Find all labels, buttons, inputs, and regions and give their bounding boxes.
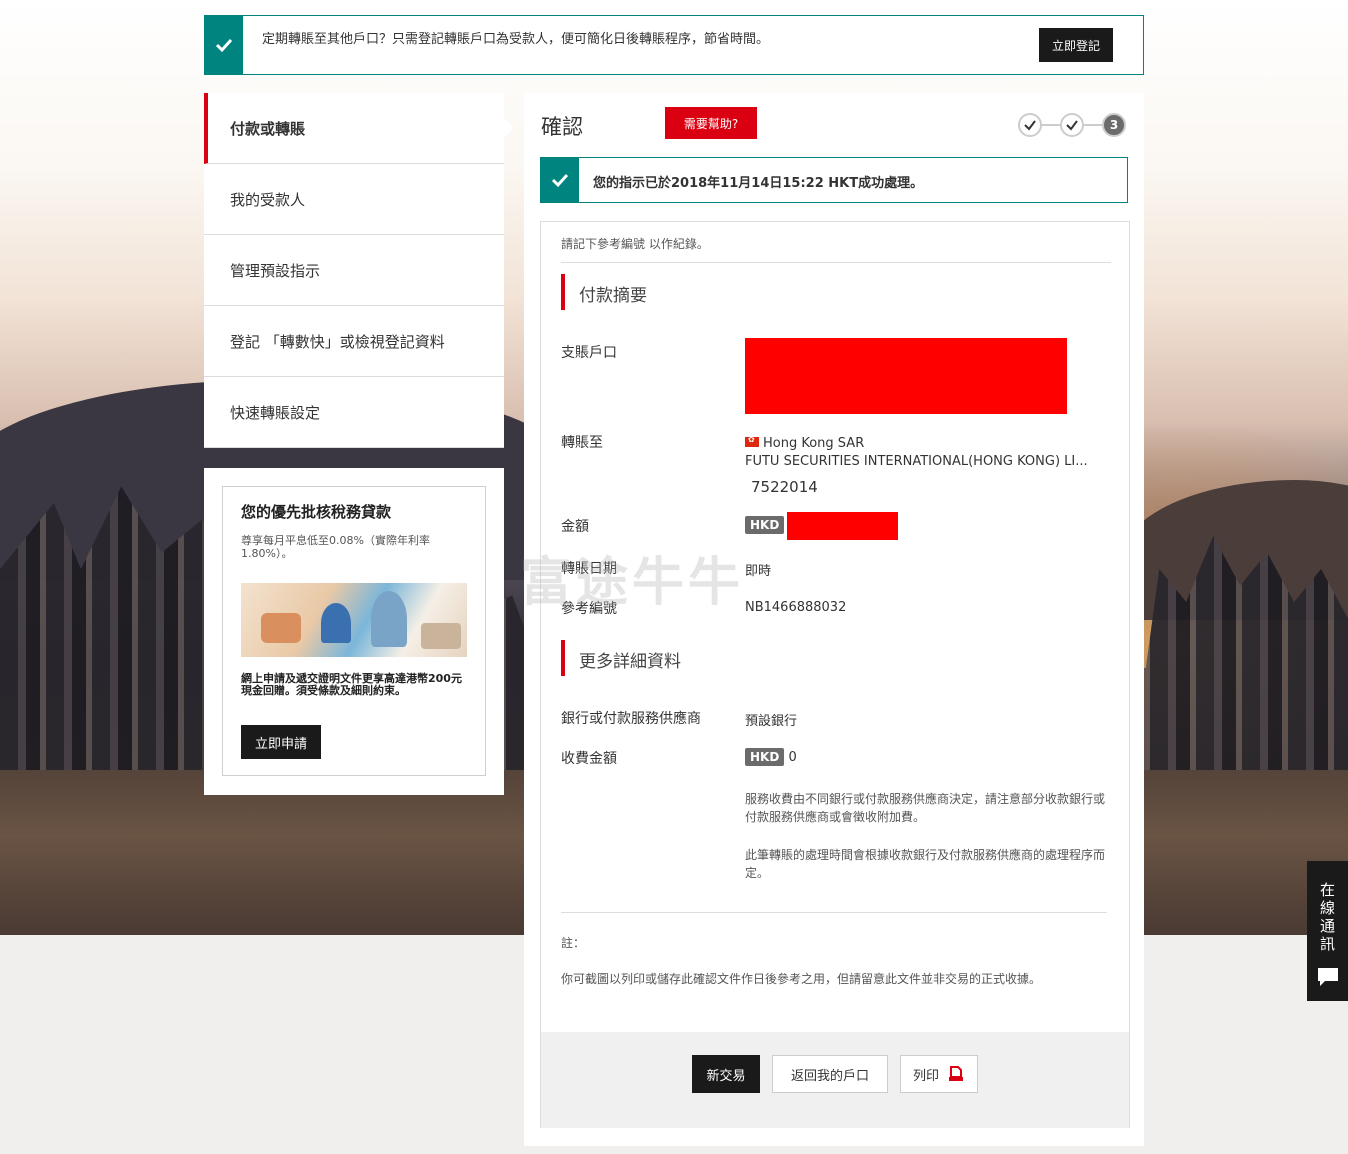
divider — [561, 262, 1111, 263]
reference-number-value: NB1466888032 — [745, 600, 847, 615]
sidebar-item-quick-transfer-settings[interactable]: 快速轉賬設定 — [204, 377, 504, 448]
provider-value: 預設銀行 — [745, 714, 798, 729]
notice-check-icon — [205, 16, 243, 74]
promo-subtitle: 尊享每月平息低至0.08%（實際年利率1.80%）。 — [241, 534, 430, 560]
apply-now-button[interactable]: 立即申請 — [241, 725, 321, 759]
transfer-to-account: 7522014 — [751, 478, 818, 496]
transfer-to-label: 轉賬至 — [561, 435, 603, 451]
from-account-label: 支賬戶口 — [561, 345, 617, 361]
fee-value: HKD 0 — [745, 748, 797, 766]
print-button[interactable]: 列印 — [900, 1055, 978, 1093]
register-now-button[interactable]: 立即登記 — [1039, 28, 1113, 62]
fee-currency-badge: HKD — [745, 748, 785, 766]
chat-label: 在線通訊 — [1307, 881, 1348, 953]
sidebar-item-fps-registration[interactable]: 登記 「轉數快」或檢視登記資料 — [204, 306, 504, 377]
step-2-check-icon — [1060, 113, 1084, 137]
divider — [561, 912, 1107, 913]
fee-note-1: 服務收費由不同銀行或付款服務供應商決定，請注意部分收款銀行或付款服務供應商或會徵… — [745, 792, 1106, 824]
amount-label: 金額 — [561, 519, 589, 535]
chat-label-text: 在線通訊 — [1319, 881, 1335, 953]
region-text: Hong Kong SAR — [763, 436, 865, 451]
success-message: 您的指示已於2018年11月14日15:22 HKT成功處理。 — [540, 157, 1128, 203]
sidebar-item-payment-transfer[interactable]: 付款或轉賬 — [204, 93, 514, 164]
step-1-check-icon — [1018, 113, 1042, 137]
back-to-accounts-button[interactable]: 返回我的戶口 — [772, 1055, 888, 1093]
step-indicator: 3 — [1018, 113, 1128, 137]
confirmation-panel: 確認 需要幫助? 3 您的指示已於2018年11月14日15:22 HKT成功處… — [524, 93, 1144, 1146]
sidebar-item-my-payees[interactable]: 我的受款人 — [204, 164, 504, 235]
fee-note-2: 此筆轉賬的處理時間會根據收款銀行及付款服務供應商的處理程序而定。 — [745, 848, 1106, 880]
pdf-icon — [949, 1066, 963, 1081]
page-title: 確認 — [541, 115, 583, 139]
sidebar-item-manage-standing-instructions[interactable]: 管理預設指示 — [204, 235, 504, 306]
print-label: 列印 — [912, 1068, 939, 1084]
chat-bubble-icon — [1318, 968, 1338, 986]
remark-label: 註： — [561, 936, 586, 950]
notice-text: 定期轉賬至其他戶口？只需登記轉賬戶口為受款人，便可簡化日後轉賬程序，節省時間。 — [262, 32, 770, 47]
tax-loan-promo: 您的優先批核稅務貸款 尊享每月平息低至0.08%（實際年利率1.80%）。 網上… — [204, 468, 504, 795]
remark-text: 你可截圖以列印或儲存此確認文件作日後參考之用，但請留意此文件並非交易的正式收據。 — [561, 972, 1042, 986]
promo-family-image — [241, 583, 467, 657]
online-chat-tab[interactable]: 在線通訊 — [1307, 861, 1348, 1001]
currency-badge: HKD — [745, 516, 785, 534]
redacted-amount — [787, 512, 898, 540]
payment-summary-heading: 付款摘要 — [561, 274, 647, 310]
promo-card: 您的優先批核稅務貸款 尊享每月平息低至0.08%（實際年利率1.80%）。 網上… — [222, 486, 486, 776]
promo-description: 網上申請及遞交證明文件更享高達港幣200元現金回贈。須受條款及細則約束。 — [241, 672, 462, 697]
success-check-icon — [541, 158, 579, 202]
sidebar-nav: 付款或轉賬 我的受款人 管理預設指示 登記 「轉數快」或檢視登記資料 快速轉賬設… — [204, 93, 514, 448]
redacted-from-account — [745, 338, 1067, 414]
transfer-to-bank: FUTU SECURITIES INTERNATIONAL(HONG KONG)… — [745, 454, 1088, 469]
transfer-to-region: Hong Kong SAR — [745, 435, 865, 451]
register-payee-notice: 定期轉賬至其他戶口？只需登記轉賬戶口為受款人，便可簡化日後轉賬程序，節省時間。 … — [204, 15, 1144, 75]
promo-title: 您的優先批核稅務貸款 — [241, 503, 392, 521]
transfer-date-value: 即時 — [745, 564, 772, 579]
help-button[interactable]: 需要幫助? — [665, 107, 757, 139]
new-transaction-button[interactable]: 新交易 — [692, 1055, 760, 1093]
step-3-current: 3 — [1102, 113, 1126, 137]
reference-note: 請記下參考編號 以作紀錄。 — [561, 237, 709, 251]
amount-currency: HKD — [745, 516, 785, 534]
more-details-heading: 更多詳細資料 — [561, 640, 681, 676]
futu-watermark: 富途牛牛 — [520, 553, 745, 613]
success-text: 您的指示已於2018年11月14日15:22 HKT成功處理。 — [593, 176, 924, 191]
action-bar: 新交易 返回我的戶口 列印 — [541, 1032, 1129, 1128]
provider-label: 銀行或付款服務供應商 — [561, 711, 701, 727]
fee-amount: 0 — [788, 750, 797, 765]
hk-flag-icon — [745, 435, 759, 447]
fee-label: 收費金額 — [561, 751, 617, 767]
confirmation-details-card: 請記下參考編號 以作紀錄。 付款摘要 支賬戶口 轉賬至 Hong Kong SA… — [540, 221, 1130, 1128]
